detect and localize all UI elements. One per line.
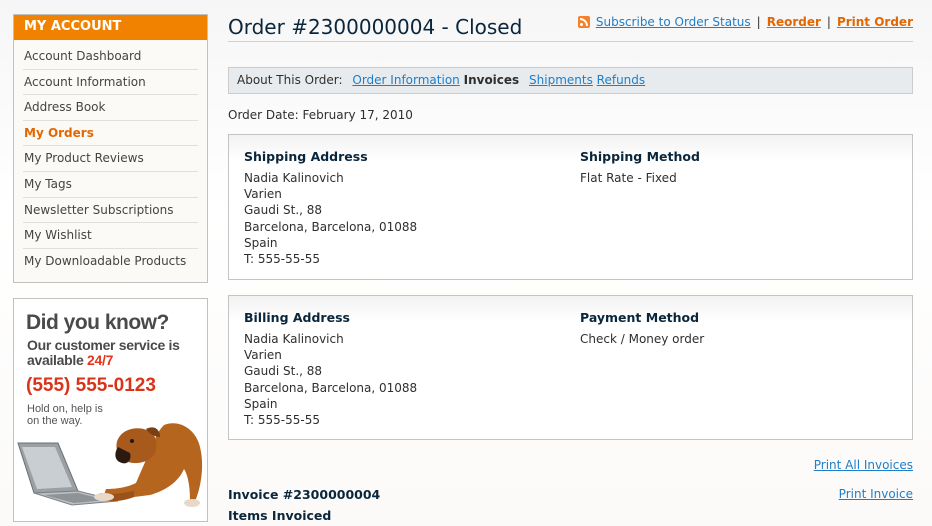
promo-hours: 24/7 bbox=[87, 352, 114, 368]
sidebar-item-address-book[interactable]: Address Book bbox=[23, 95, 198, 121]
address-line: Varien bbox=[244, 348, 282, 363]
shipping-method-value: Flat Rate - Fixed bbox=[580, 171, 677, 185]
billing-address-title: Billing Address bbox=[244, 310, 350, 325]
account-nav-heading: MY ACCOUNT bbox=[14, 15, 207, 40]
title-divider bbox=[228, 41, 913, 42]
order-actions: Subscribe to Order Status | Reorder | Pr… bbox=[577, 15, 913, 29]
order-tabs: About This Order: Order Information Invo… bbox=[228, 67, 913, 94]
address-line: Nadia Kalinovich bbox=[244, 332, 344, 346]
account-nav-list: Account Dashboard Account Information Ad… bbox=[14, 40, 207, 274]
print-all-invoices-link[interactable]: Print All Invoices bbox=[814, 458, 913, 472]
print-invoice-link[interactable]: Print Invoice bbox=[839, 487, 913, 501]
address-line: Spain bbox=[244, 235, 278, 250]
sidebar-item-my-tags[interactable]: My Tags bbox=[23, 172, 198, 198]
items-invoiced-title: Items Invoiced bbox=[228, 508, 332, 523]
sidebar-item-account-dashboard[interactable]: Account Dashboard bbox=[23, 44, 198, 70]
address-line: T: 555-55-55 bbox=[244, 413, 320, 428]
reorder-link[interactable]: Reorder bbox=[767, 15, 821, 29]
shipping-address: Shipping Address Nadia Kalinovich Varien… bbox=[244, 149, 417, 267]
separator: | bbox=[826, 15, 831, 29]
shipping-address-title: Shipping Address bbox=[244, 149, 368, 164]
address-line: Spain bbox=[244, 396, 278, 411]
dog-with-laptop-image bbox=[17, 423, 203, 507]
address-line: Barcelona, Barcelona, 01088 bbox=[244, 380, 418, 395]
address-line: Gaudi St., 88 bbox=[244, 203, 323, 218]
page-title: Order #2300000004 - Closed bbox=[228, 15, 523, 39]
sidebar-item-newsletter-subscriptions[interactable]: Newsletter Subscriptions bbox=[23, 198, 198, 224]
sidebar-item-my-product-reviews[interactable]: My Product Reviews bbox=[23, 146, 198, 172]
promo-headline: Did you know? bbox=[26, 311, 169, 334]
payment-method: Payment Method Check / Money order bbox=[580, 310, 704, 347]
address-line: Nadia Kalinovich bbox=[244, 171, 344, 185]
billing-info-box: Billing Address Nadia Kalinovich Varien … bbox=[228, 295, 913, 440]
payment-method-value: Check / Money order bbox=[580, 332, 705, 346]
sidebar-item-account-information[interactable]: Account Information bbox=[23, 70, 198, 96]
billing-address: Billing Address Nadia Kalinovich Varien … bbox=[244, 310, 417, 428]
sidebar-item-my-downloadable-products[interactable]: My Downloadable Products bbox=[23, 249, 198, 275]
address-line: Gaudi St., 88 bbox=[244, 364, 323, 379]
address-line: T: 555-55-55 bbox=[244, 252, 320, 267]
shipping-method: Shipping Method Flat Rate - Fixed bbox=[580, 149, 700, 186]
payment-method-title: Payment Method bbox=[580, 310, 700, 325]
promo-subheadline: Our customer service is available 24/7 bbox=[27, 337, 180, 368]
address-line: Varien bbox=[244, 187, 282, 202]
tabs-prefix: About This Order: bbox=[237, 73, 343, 87]
account-nav: MY ACCOUNT Account Dashboard Account Inf… bbox=[13, 14, 208, 283]
tab-refunds[interactable]: Refunds bbox=[597, 73, 646, 87]
tab-shipments[interactable]: Shipments bbox=[529, 73, 593, 87]
order-date: Order Date: February 17, 2010 bbox=[228, 108, 413, 122]
promo-phone: (555) 555-0123 bbox=[26, 375, 156, 396]
address-line: Barcelona, Barcelona, 01088 bbox=[244, 219, 418, 234]
customer-service-promo[interactable]: Did you know? Our customer service is av… bbox=[13, 298, 208, 522]
sidebar-item-my-orders: My Orders bbox=[23, 121, 198, 147]
tab-order-information[interactable]: Order Information bbox=[352, 73, 459, 87]
print-order-link[interactable]: Print Order bbox=[837, 15, 913, 29]
shipping-info-box: Shipping Address Nadia Kalinovich Varien… bbox=[228, 134, 913, 280]
sidebar-item-my-wishlist[interactable]: My Wishlist bbox=[23, 223, 198, 249]
invoice-title: Invoice #2300000004 bbox=[228, 487, 381, 502]
rss-icon[interactable] bbox=[577, 16, 590, 28]
subscribe-order-status-link[interactable]: Subscribe to Order Status bbox=[596, 15, 751, 29]
tab-invoices: Invoices bbox=[463, 73, 520, 87]
separator: | bbox=[756, 15, 761, 29]
shipping-method-title: Shipping Method bbox=[580, 149, 700, 164]
